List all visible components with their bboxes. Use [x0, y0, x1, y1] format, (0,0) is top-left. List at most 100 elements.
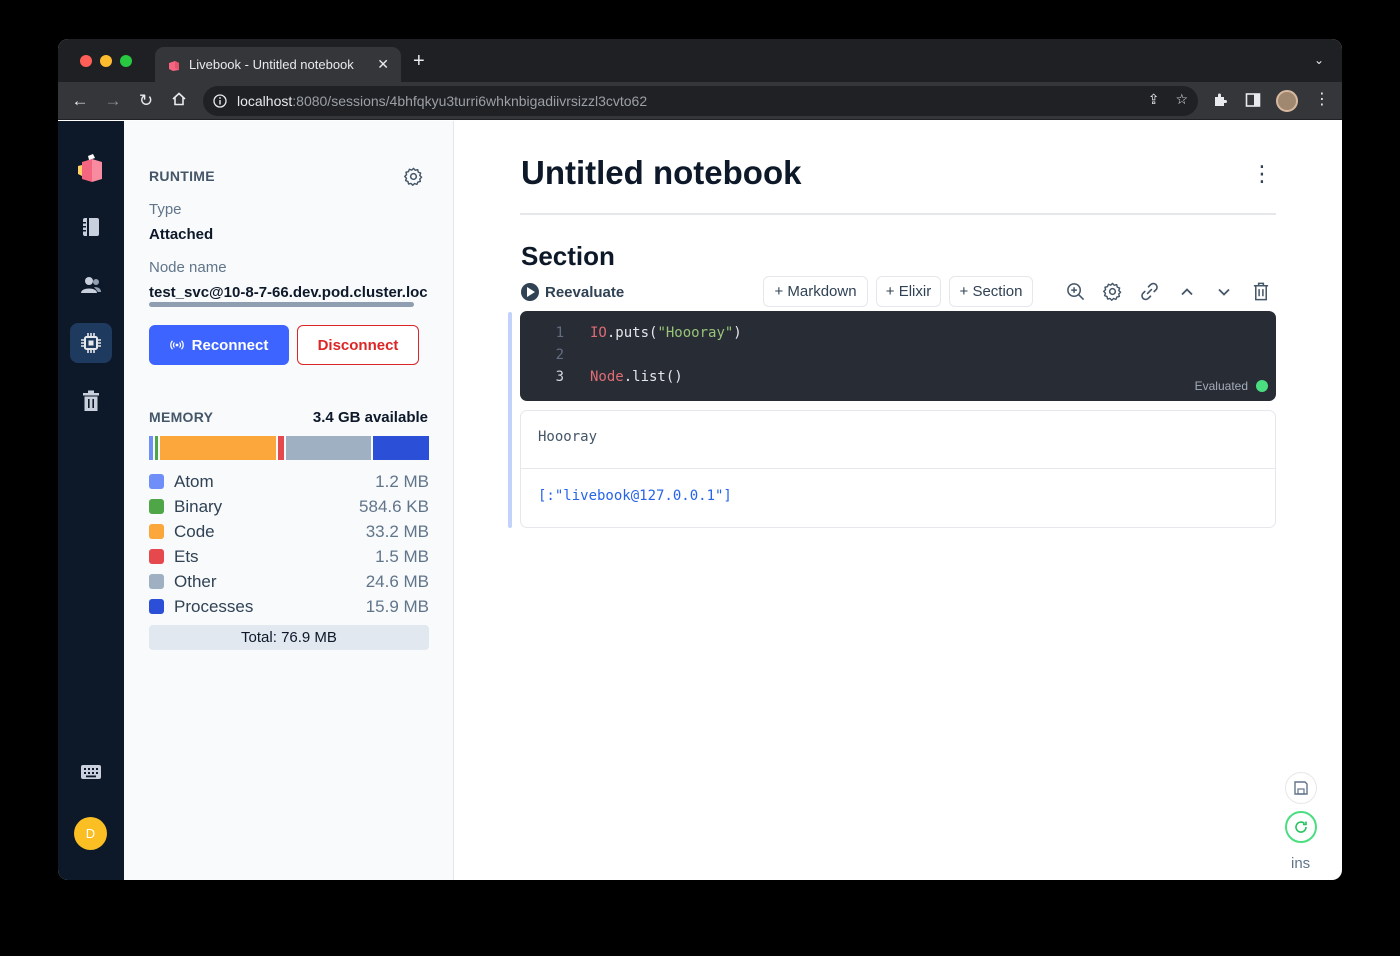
node-name-label: Node name	[149, 259, 227, 276]
share-icon[interactable]: ⇪	[1148, 91, 1160, 108]
info-icon[interactable]	[213, 94, 227, 108]
legend-name: Ets	[174, 546, 199, 566]
code-string: "Hoooray"	[657, 325, 734, 341]
memory-legend-row: Processes 15.9 MB	[149, 594, 429, 619]
insert-elixir-button[interactable]: + Elixir	[876, 276, 941, 307]
section-title[interactable]: Section	[521, 241, 615, 272]
runtime-heading: RUNTIME	[149, 168, 215, 184]
browser-menu-icon[interactable]: ⋮	[1314, 89, 1330, 109]
signal-icon	[169, 340, 184, 350]
home-icon[interactable]	[166, 88, 192, 114]
insert-markdown-button[interactable]: + Markdown	[763, 276, 868, 307]
insert-mode-indicator: ins	[1291, 855, 1311, 872]
omnibox-actions: ⇪ ☆	[1148, 91, 1188, 108]
memory-legend-row: Other 24.6 MB	[149, 569, 429, 594]
legend-swatch	[149, 549, 164, 564]
move-down-icon[interactable]	[1213, 281, 1234, 302]
forward-icon[interactable]: →	[100, 88, 126, 114]
profile-avatar[interactable]	[1276, 90, 1298, 112]
browser-window: Livebook - Untitled notebook ✕ + ⌄ ← → ↻…	[58, 39, 1342, 880]
play-icon	[521, 283, 539, 301]
disconnect-button[interactable]: Disconnect	[297, 325, 419, 365]
reevaluate-button[interactable]: Reevaluate	[521, 283, 624, 301]
code-editor[interactable]: 1 IO.puts("Hoooray") 2 3 Node.list() Eva…	[520, 311, 1276, 401]
line-number: 3	[555, 369, 564, 385]
sidebar-rail: D	[58, 121, 124, 880]
bin-icon[interactable]	[70, 381, 112, 421]
stdout-output: Hoooray	[538, 429, 598, 445]
tab-search-icon[interactable]: ⌄	[1314, 53, 1324, 67]
users-icon[interactable]	[70, 265, 112, 305]
notebook-menu-icon[interactable]: ⋮	[1251, 161, 1273, 187]
title-divider	[520, 213, 1276, 215]
memory-segment-code	[160, 436, 277, 460]
session-status-icon[interactable]	[1285, 811, 1317, 843]
code-module: IO	[590, 325, 607, 341]
code-line: 3 Node.list()	[520, 366, 683, 388]
maximize-window-button[interactable]	[120, 55, 132, 67]
memory-segment-other	[285, 436, 372, 460]
active-tab[interactable]: Livebook - Untitled notebook ✕	[155, 47, 401, 82]
focused-cell-indicator	[508, 312, 512, 528]
result-output: [:"livebook@127.0.0.1"]	[538, 488, 732, 504]
evaluation-status: Evaluated	[1195, 379, 1268, 393]
node-name-scrollbar[interactable]	[149, 302, 414, 307]
delete-cell-icon[interactable]	[1250, 281, 1271, 302]
zoom-in-icon[interactable]	[1065, 281, 1086, 302]
back-icon[interactable]: ←	[67, 88, 93, 114]
memory-legend-row: Code 33.2 MB	[149, 519, 429, 544]
minimize-window-button[interactable]	[100, 55, 112, 67]
keyboard-shortcuts-icon[interactable]	[70, 752, 112, 792]
bookmark-star-icon[interactable]: ☆	[1175, 91, 1188, 108]
notebook-title[interactable]: Untitled notebook	[521, 154, 801, 192]
legend-amount: 1.2 MB	[375, 471, 429, 491]
url-host: localhost	[237, 93, 293, 109]
save-notebook-icon[interactable]	[1285, 772, 1317, 804]
code-text: Node.list()	[590, 369, 683, 385]
user-avatar[interactable]: D	[74, 817, 107, 850]
window-controls	[80, 55, 132, 67]
move-up-icon[interactable]	[1176, 281, 1197, 302]
status-label: Evaluated	[1194, 379, 1248, 393]
cell-settings-icon[interactable]	[1102, 281, 1123, 302]
memory-segment-atom	[149, 436, 154, 460]
memory-segment-processes	[373, 436, 429, 460]
url-path: :8080/sessions/4bhfqkyu3turri6whknbigadi…	[292, 93, 648, 109]
legend-name: Other	[174, 571, 217, 591]
memory-available: 3.4 GB available	[312, 409, 428, 426]
link-icon[interactable]	[1139, 281, 1160, 302]
memory-heading: MEMORY	[149, 409, 214, 425]
status-dot-icon	[1256, 380, 1268, 392]
url-text: localhost:8080/sessions/4bhfqkyu3turri6w…	[237, 93, 647, 109]
cell-actions	[1065, 281, 1271, 302]
insert-section-button[interactable]: + Section	[949, 276, 1033, 307]
line-number: 2	[555, 347, 564, 363]
line-number: 1	[555, 325, 564, 341]
address-bar[interactable]: localhost:8080/sessions/4bhfqkyu3turri6w…	[203, 86, 1198, 116]
legend-name: Code	[174, 521, 215, 541]
runtime-settings-gear-icon[interactable]	[404, 167, 423, 191]
code-line: 1 IO.puts("Hoooray")	[520, 322, 742, 344]
type-value: Attached	[149, 226, 214, 243]
browser-toolbar: ← → ↻ localhost:8080/sessions/4bhfqkyu3t…	[58, 82, 1342, 120]
code-line: 2	[520, 344, 564, 366]
livebook-app: D RUNTIME Type Attached Node name test_s…	[58, 121, 1342, 880]
side-panel-icon[interactable]	[1245, 92, 1261, 111]
notebook-outline-icon[interactable]	[70, 207, 112, 247]
runtime-settings-icon[interactable]	[70, 323, 112, 363]
close-window-button[interactable]	[80, 55, 92, 67]
legend-name: Atom	[174, 471, 214, 491]
legend-swatch	[149, 499, 164, 514]
cell-output: Hoooray [:"livebook@127.0.0.1"]	[520, 410, 1276, 528]
reload-icon[interactable]: ↻	[133, 88, 159, 114]
memory-total: Total: 76.9 MB	[149, 625, 429, 650]
extensions-icon[interactable]	[1212, 92, 1228, 111]
livebook-logo-icon[interactable]	[70, 149, 112, 189]
new-tab-icon[interactable]: +	[413, 51, 425, 71]
memory-legend-row: Atom 1.2 MB	[149, 469, 429, 494]
close-tab-icon[interactable]: ✕	[377, 56, 389, 73]
code-paren: )	[733, 325, 742, 341]
reevaluate-label: Reevaluate	[545, 283, 625, 301]
reconnect-button[interactable]: Reconnect	[149, 325, 289, 365]
node-name-value: test_svc@10-8-7-66.dev.pod.cluster.loc	[149, 284, 428, 301]
